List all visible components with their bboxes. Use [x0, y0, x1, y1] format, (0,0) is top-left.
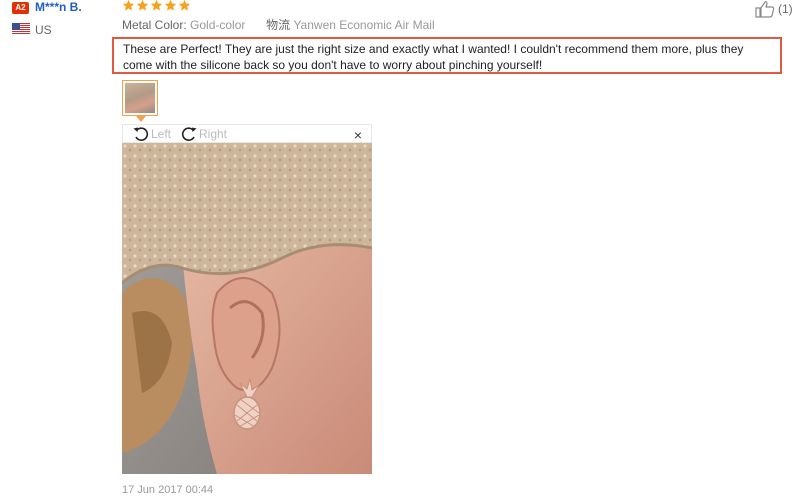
level-badge: A2	[12, 2, 29, 14]
rotate-left-label: Left	[151, 127, 172, 141]
star-icon	[136, 0, 149, 11]
close-viewer-button[interactable]: ×	[354, 126, 362, 144]
us-flag-icon	[12, 23, 30, 35]
review-highlight-box: These are Perfect! They are just the rig…	[112, 37, 782, 74]
review-photo-thumbnail[interactable]	[122, 80, 158, 116]
rotate-right-label: Right	[199, 127, 228, 141]
attr-value-color: Gold-color	[190, 18, 246, 32]
star-icon	[164, 0, 177, 11]
thumbnail-image	[125, 83, 155, 113]
rotate-left-button[interactable]: Left	[132, 125, 171, 143]
review-text: These are Perfect! They are just the rig…	[123, 42, 744, 72]
rotate-left-icon	[133, 127, 149, 141]
order-attributes: Metal Color: Gold-color 物流 Yanwen Econom…	[122, 18, 435, 33]
reviewer-country: US	[35, 23, 52, 37]
star-icon	[122, 0, 135, 11]
review-timestamp: 17 Jun 2017 00:44	[122, 484, 214, 496]
rating-stars	[122, 0, 191, 15]
helpful-button[interactable]: (1)	[755, 0, 793, 18]
thumbnail-pointer	[136, 116, 146, 122]
review-photo	[122, 143, 372, 474]
helpful-count: (1)	[778, 2, 793, 16]
rotate-right-icon	[181, 127, 197, 141]
thumbs-up-icon	[755, 1, 775, 18]
star-icon	[178, 0, 191, 11]
attr-label-shipping: 物流	[266, 18, 291, 32]
star-icon	[150, 0, 163, 11]
rotate-right-button[interactable]: Right	[180, 125, 227, 143]
attr-value-shipping: Yanwen Economic Air Mail	[293, 18, 435, 32]
attr-label-color: Metal Color:	[122, 18, 187, 32]
photo-viewer-toolbar: Left Right ×	[122, 124, 372, 143]
reviewer-name[interactable]: M***n B.	[35, 0, 82, 15]
